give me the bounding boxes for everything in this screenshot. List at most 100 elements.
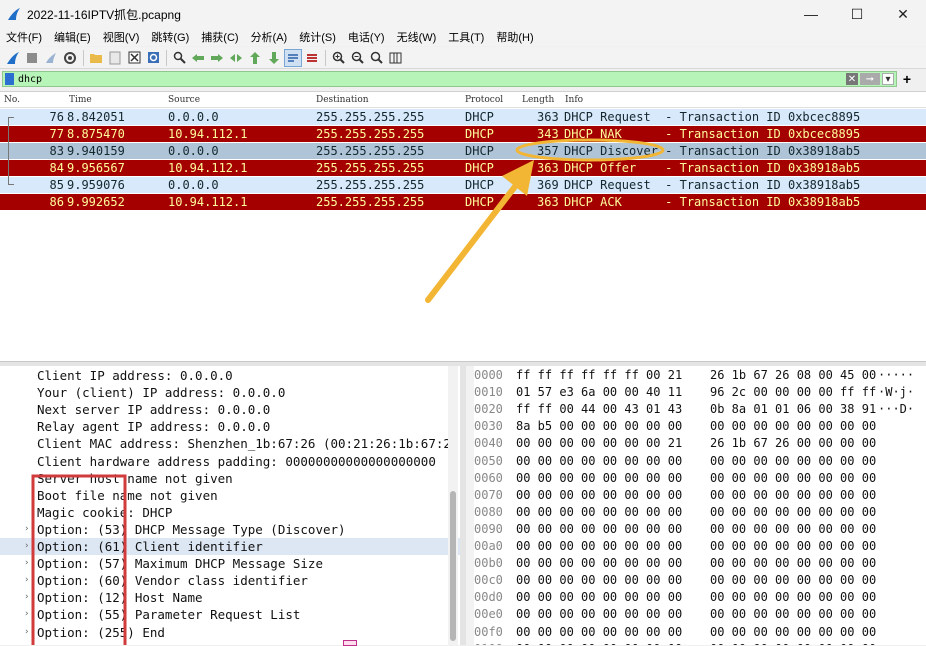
packet-row[interactable]: 77 8.875470 10.94.112.1 255.255.255.255 DHCP… <box>0 126 926 142</box>
detail-row[interactable]: › Option: (61) Client identifier <box>0 538 460 555</box>
detail-row[interactable]: Your (client) IP address: 0.0.0.0 <box>0 384 460 401</box>
go-back-icon[interactable] <box>189 49 207 67</box>
expand-arrow-icon[interactable]: › <box>24 589 29 606</box>
detail-row[interactable]: Client MAC address: Shenzhen_1b:67:26 (0… <box>0 435 460 452</box>
hex-row[interactable]: 0090 00 00 00 00 00 00 00 00 00 00 00 00 0… <box>466 521 926 538</box>
detail-row[interactable]: › Option: (57) Maximum DHCP Message Size <box>0 555 460 572</box>
column-header-info[interactable]: Info <box>565 95 583 105</box>
hex-row[interactable]: 0050 00 00 00 00 00 00 00 00 00 00 00 00 0… <box>466 453 926 470</box>
hex-row[interactable]: 0000 ff ff ff ff ff ff 00 21 26 1b 67 26 0… <box>466 367 926 384</box>
hex-row[interactable]: 0040 00 00 00 00 00 00 00 21 26 1b 67 26 0… <box>466 435 926 452</box>
close-button[interactable]: ✕ <box>880 0 926 28</box>
expand-arrow-icon[interactable]: › <box>24 521 29 538</box>
expand-arrow-icon[interactable]: › <box>24 555 29 572</box>
autoscroll-icon[interactable] <box>284 48 302 67</box>
resize-columns-icon[interactable] <box>386 49 404 67</box>
go-last-icon[interactable] <box>265 49 283 67</box>
go-forward-icon[interactable] <box>208 49 226 67</box>
column-header-protocol[interactable]: Protocol <box>465 95 503 105</box>
add-filter-button[interactable]: + <box>897 71 917 87</box>
packet-row[interactable]: 85 9.959076 0.0.0.0 255.255.255.255 DHCP 369 D… <box>0 177 926 193</box>
menu-item-8[interactable]: 无线(W) <box>391 29 443 45</box>
reload-icon[interactable] <box>144 49 162 67</box>
packet-cell-time: 9.940159 <box>67 144 125 158</box>
hex-off: 00e0 <box>474 607 503 622</box>
hex-row[interactable]: 00e0 00 00 00 00 00 00 00 00 00 00 00 00 0… <box>466 606 926 623</box>
column-header-length[interactable]: Length <box>522 95 554 105</box>
options-gear-icon[interactable] <box>61 49 79 67</box>
apply-filter-icon[interactable]: ➞ <box>860 73 880 85</box>
hex-row[interactable]: 00c0 00 00 00 00 00 00 00 00 00 00 00 00 0… <box>466 572 926 589</box>
colorize-icon[interactable] <box>303 49 321 67</box>
menu-item-2[interactable]: 视图(V) <box>97 29 146 45</box>
menu-item-4[interactable]: 捕获(C) <box>195 29 244 45</box>
packet-row[interactable]: 76 8.842051 0.0.0.0 255.255.255.255 DHCP 363 D… <box>0 109 926 125</box>
hex-b2: 00 00 00 00 00 00 00 00 <box>710 573 877 588</box>
maximize-button[interactable]: ☐ <box>834 0 880 28</box>
menu-item-1[interactable]: 编辑(E) <box>48 29 97 45</box>
open-folder-icon[interactable] <box>87 49 105 67</box>
detail-row[interactable]: Client hardware address padding: 0000000… <box>0 453 460 470</box>
hex-row[interactable]: 0020 ff ff 00 44 00 43 01 43 0b 8a 01 01 0… <box>466 401 926 418</box>
bookmark-flag-icon[interactable] <box>5 73 14 85</box>
hex-row[interactable]: 0010 01 57 e3 6a 00 00 40 11 96 2c 00 00 0… <box>466 384 926 401</box>
hex-row[interactable]: 0100 00 00 00 00 00 00 00 00 00 00 00 00 0… <box>466 641 926 645</box>
hex-b2: 26 1b 67 26 00 00 00 00 <box>710 436 877 451</box>
detail-row[interactable]: Next server IP address: 0.0.0.0 <box>0 401 460 418</box>
shark-fin-start-icon[interactable] <box>4 49 22 67</box>
hex-row[interactable]: 0030 8a b5 00 00 00 00 00 00 00 00 00 00 0… <box>466 418 926 435</box>
expand-arrow-icon[interactable]: › <box>24 538 29 555</box>
detail-row[interactable]: Boot file name not given <box>0 487 460 504</box>
column-header-time[interactable]: Time <box>69 95 92 105</box>
menu-item-6[interactable]: 统计(S) <box>293 29 342 45</box>
column-header-destination[interactable]: Destination <box>316 95 369 105</box>
menu-item-3[interactable]: 跳转(G) <box>145 29 195 45</box>
clear-filter-icon[interactable]: ✕ <box>846 73 858 85</box>
hex-row[interactable]: 00b0 00 00 00 00 00 00 00 00 00 00 00 00 0… <box>466 555 926 572</box>
detail-row[interactable]: › Option: (53) DHCP Message Type (Discove… <box>0 521 460 538</box>
detail-row[interactable]: Relay agent IP address: 0.0.0.0 <box>0 418 460 435</box>
detail-row[interactable]: Client IP address: 0.0.0.0 <box>0 367 460 384</box>
menu-item-0[interactable]: 文件(F) <box>0 29 48 45</box>
column-header-no[interactable]: No. <box>4 95 20 105</box>
display-filter-input[interactable]: dhcp ✕ ➞ ▾ <box>2 71 897 87</box>
expand-arrow-icon[interactable]: › <box>24 624 29 641</box>
detail-row[interactable]: › Option: (60) Vendor class identifier <box>0 572 460 589</box>
filter-dropdown-icon[interactable]: ▾ <box>882 73 894 85</box>
detail-row[interactable]: › Option: (255) End <box>0 624 460 641</box>
go-first-icon[interactable] <box>246 49 264 67</box>
hex-row[interactable]: 0080 00 00 00 00 00 00 00 00 00 00 00 00 0… <box>466 504 926 521</box>
zoom-in-icon[interactable] <box>329 49 347 67</box>
packet-row[interactable]: 86 9.992652 10.94.112.1 255.255.255.255 DHCP… <box>0 194 926 210</box>
detail-row[interactable]: Magic cookie: DHCP <box>0 504 460 521</box>
find-icon[interactable] <box>170 49 188 67</box>
packet-row[interactable]: 83 9.940159 0.0.0.0 255.255.255.255 DHCP 357 D… <box>0 143 926 159</box>
window-title: 2022-11-16IPTV抓包.pcapng <box>27 7 181 22</box>
stop-icon[interactable] <box>23 49 41 67</box>
column-header-source[interactable]: Source <box>168 95 200 105</box>
hex-row[interactable]: 0060 00 00 00 00 00 00 00 00 00 00 00 00 0… <box>466 470 926 487</box>
menu-item-10[interactable]: 帮助(H) <box>490 29 539 45</box>
restart-icon[interactable] <box>42 49 60 67</box>
hex-row[interactable]: 00d0 00 00 00 00 00 00 00 00 00 00 00 00 0… <box>466 589 926 606</box>
hex-row[interactable]: 0070 00 00 00 00 00 00 00 00 00 00 00 00 0… <box>466 487 926 504</box>
packet-row[interactable]: 84 9.956567 10.94.112.1 255.255.255.255 DHCP… <box>0 160 926 176</box>
minimize-button[interactable]: — <box>788 0 834 28</box>
save-file-icon[interactable] <box>106 49 124 67</box>
details-scrollbar[interactable] <box>448 366 458 645</box>
hex-row[interactable]: 00f0 00 00 00 00 00 00 00 00 00 00 00 00 0… <box>466 624 926 641</box>
close-file-icon[interactable] <box>125 49 143 67</box>
menu-item-5[interactable]: 分析(A) <box>245 29 294 45</box>
menu-item-7[interactable]: 电话(Y) <box>342 29 391 45</box>
go-to-packet-icon[interactable] <box>227 49 245 67</box>
hex-row[interactable]: 00a0 00 00 00 00 00 00 00 00 00 00 00 00 0… <box>466 538 926 555</box>
details-scroll-thumb[interactable] <box>450 491 456 641</box>
expand-arrow-icon[interactable]: › <box>24 606 29 623</box>
detail-row[interactable]: › Option: (12) Host Name <box>0 589 460 606</box>
detail-row[interactable]: › Option: (55) Parameter Request List <box>0 606 460 623</box>
expand-arrow-icon[interactable]: › <box>24 572 29 589</box>
zoom-normal-icon[interactable] <box>367 49 385 67</box>
menu-item-9[interactable]: 工具(T) <box>442 29 490 45</box>
detail-row[interactable]: Server host name not given <box>0 470 460 487</box>
zoom-out-icon[interactable] <box>348 49 366 67</box>
